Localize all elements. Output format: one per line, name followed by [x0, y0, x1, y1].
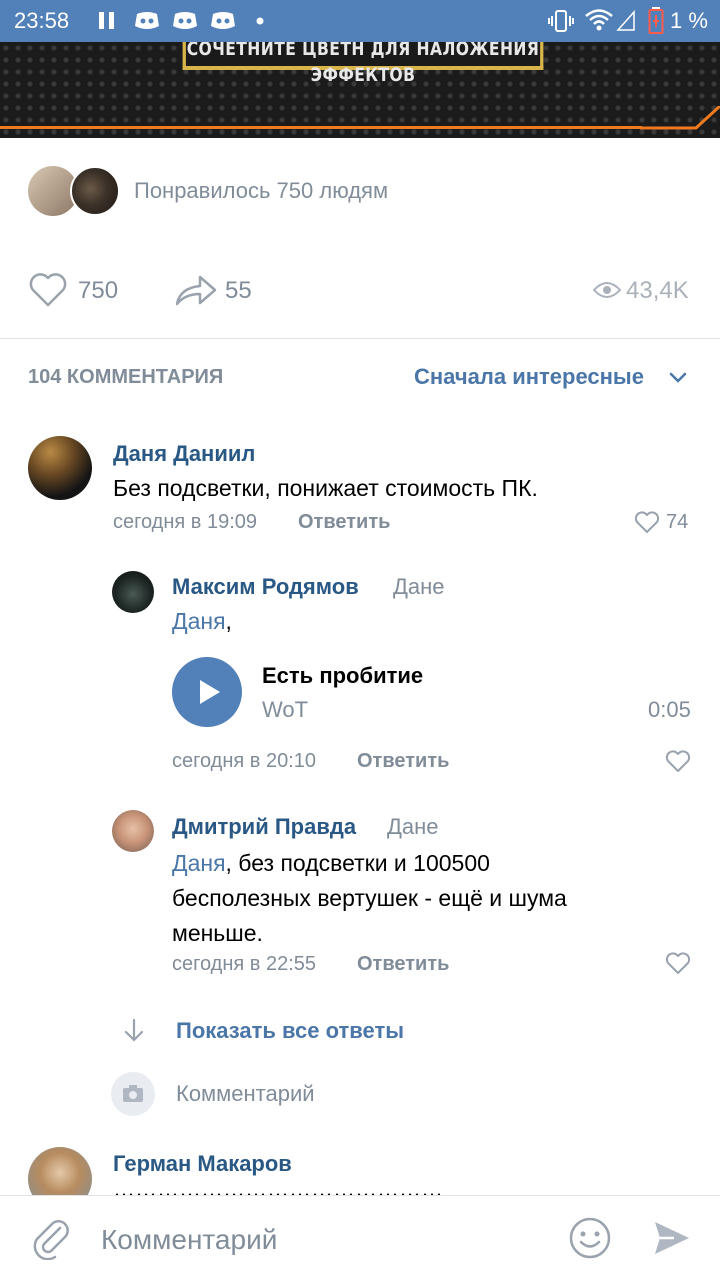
comment-composer: Комментарий	[0, 1195, 720, 1281]
reply-to: Дане	[387, 814, 439, 839]
comment-author[interactable]: Максим Родямов	[172, 574, 359, 600]
comment-like-button[interactable]	[665, 750, 691, 774]
view-count: 43,4K	[626, 277, 689, 304]
comment-like-count: 74	[666, 511, 689, 533]
comment-avatar[interactable]	[28, 436, 92, 500]
banner-stripe	[0, 126, 642, 129]
status-time: 23:58	[14, 8, 70, 33]
liker-avatar[interactable]	[70, 166, 120, 216]
comment-time: сегодня в 22:55	[172, 953, 316, 975]
like-count: 750	[78, 277, 119, 304]
comment-text: Без подсветки, понижает стоимость ПК.	[113, 475, 538, 501]
mention-link[interactable]: Даня	[172, 608, 226, 634]
comment-author[interactable]: Дмитрий Правда	[172, 814, 356, 840]
banner-text: СОЧЕТНИТЕ ЦВЕТН ДЛЯ НАЛОЖЕНИЯ ЭФФЕКТОВ	[182, 42, 544, 86]
status-bar: 23:58 1 %	[0, 0, 720, 42]
reply-to: Дане	[393, 574, 445, 599]
audio-duration: 0:05	[648, 697, 691, 722]
pause-icon	[98, 11, 116, 31]
comment-text-rest: ,	[225, 608, 232, 634]
discord-icon	[210, 10, 236, 32]
heart-icon	[634, 511, 660, 533]
comment-avatar[interactable]	[112, 810, 154, 852]
comment-like-button[interactable]	[634, 511, 660, 535]
eye-icon	[593, 280, 621, 300]
share-count: 55	[225, 277, 252, 304]
comment-text: Даня,	[172, 608, 232, 635]
sort-dropdown[interactable]: Сначала интересные	[414, 364, 644, 390]
reply-button[interactable]: Ответить	[298, 511, 390, 534]
banner-accent-stripe	[640, 106, 720, 130]
like-button[interactable]	[28, 272, 68, 308]
comment-time: сегодня в 20:10	[172, 750, 316, 772]
comment-time: сегодня в 19:09	[113, 511, 257, 533]
comment-input[interactable]: Комментарий	[101, 1224, 277, 1256]
reply-button[interactable]: Ответить	[357, 953, 449, 976]
battery-icon	[648, 7, 664, 35]
audio-artist: WoT	[262, 697, 309, 722]
discord-icon	[172, 10, 198, 32]
share-button[interactable]	[174, 272, 218, 308]
post-image[interactable]: СОЧЕТНИТЕ ЦВЕТН ДЛЯ НАЛОЖЕНИЯ ЭФФЕКТОВ	[0, 42, 720, 138]
battery-level: 1 %	[670, 8, 708, 33]
reply-user-avatar	[111, 1072, 155, 1116]
show-all-replies-link[interactable]: Показать все ответы	[176, 1018, 404, 1044]
share-arrow-icon	[175, 275, 217, 306]
comment-avatar[interactable]	[112, 571, 154, 613]
comment-text: Даня, без подсветки и 100500 бесполезных…	[172, 846, 692, 951]
arrow-down-icon[interactable]	[122, 1018, 146, 1044]
heart-icon	[29, 273, 67, 307]
comments-count: 104 КОММЕНТАРИЯ	[28, 366, 224, 388]
heart-icon	[665, 750, 691, 772]
comment-text-line: бесполезных вертушек - ещё и шума	[172, 885, 567, 911]
more-notifications-icon	[256, 17, 264, 25]
signal-icon	[616, 10, 636, 32]
mention-link[interactable]: Даня	[172, 850, 226, 876]
reply-button[interactable]: Ответить	[357, 750, 449, 773]
comment-author[interactable]: Герман Макаров	[113, 1151, 292, 1177]
comment-text-line: меньше.	[172, 920, 263, 946]
chevron-down-icon[interactable]	[668, 371, 688, 385]
comment-text-line: , без подсветки и 100500	[225, 850, 490, 876]
heart-icon	[665, 952, 691, 974]
wifi-icon	[584, 8, 614, 32]
comment-text: ………………………………………	[113, 1176, 443, 1196]
audio-title[interactable]: Есть пробитие	[262, 663, 423, 689]
comment-like-button[interactable]	[665, 952, 691, 976]
camera-icon	[123, 1085, 143, 1102]
divider	[0, 338, 720, 339]
emoji-icon[interactable]	[568, 1216, 612, 1260]
play-icon	[200, 680, 220, 704]
audio-play-button[interactable]	[172, 657, 242, 727]
send-icon[interactable]	[652, 1218, 692, 1258]
vibrate-icon	[548, 9, 574, 33]
likes-summary[interactable]: Понравилось 750 людям	[134, 178, 388, 204]
comment-author[interactable]: Даня Даниил	[113, 441, 255, 467]
attach-icon[interactable]	[30, 1216, 70, 1260]
discord-icon	[134, 10, 160, 32]
reply-input[interactable]: Комментарий	[176, 1081, 315, 1107]
